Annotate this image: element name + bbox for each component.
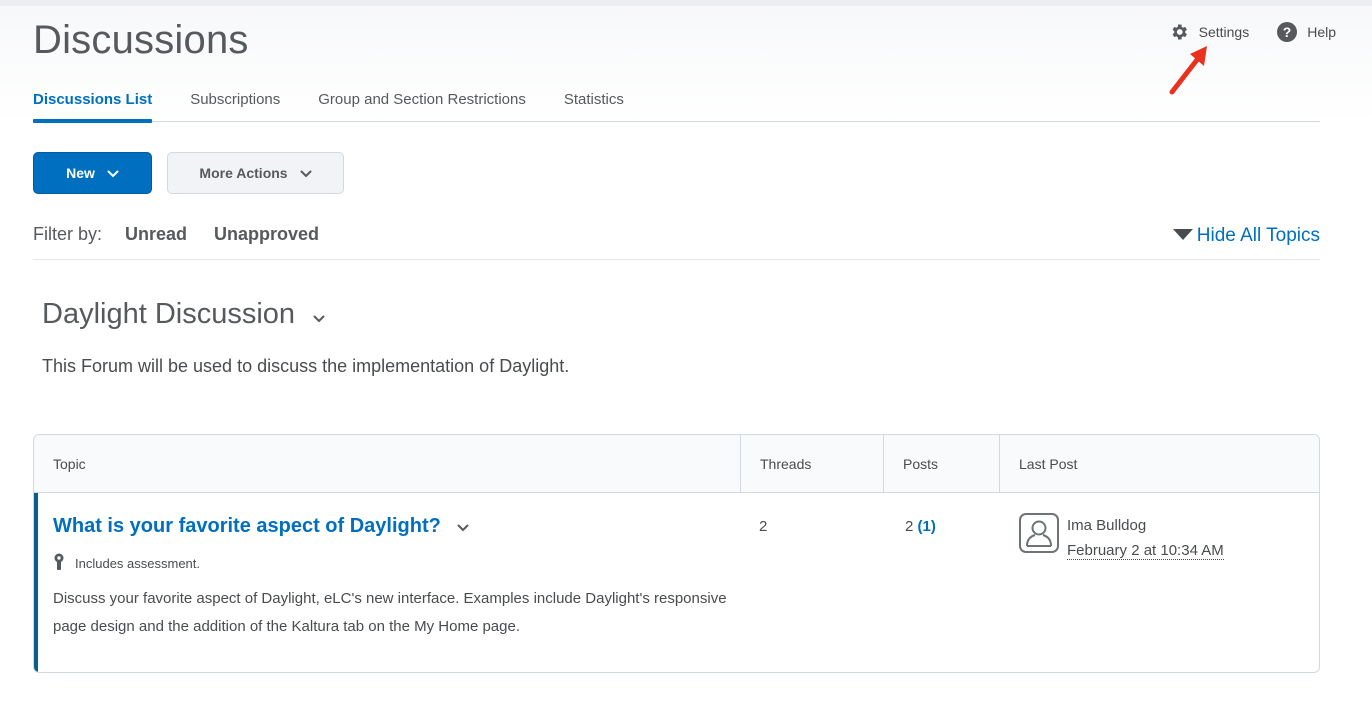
filter-label: Filter by: [33, 224, 103, 244]
topic-link[interactable]: What is your favorite aspect of Daylight… [53, 515, 469, 538]
new-button-label: New [66, 165, 95, 181]
tab-group-section-restrictions[interactable]: Group and Section Restrictions [318, 88, 526, 122]
rubric-pin-icon [53, 553, 65, 574]
posts-count: 2 [905, 518, 914, 535]
assessment-note: Includes assessment. [53, 553, 200, 574]
settings-label: Settings [1198, 24, 1250, 40]
page-title: Discussions [33, 18, 249, 62]
user-avatar-icon [1019, 513, 1059, 560]
tab-subscriptions[interactable]: Subscriptions [190, 88, 280, 122]
svg-text:?: ? [1283, 24, 1292, 40]
row-accent-bar [34, 493, 38, 672]
help-label: Help [1307, 24, 1336, 40]
column-header-last-post: Last Post [999, 435, 1319, 493]
help-circle-icon: ? [1277, 22, 1298, 42]
last-post-author: Ima Bulldog [1067, 517, 1147, 534]
tab-statistics[interactable]: Statistics [564, 88, 624, 122]
table-row: What is your favorite aspect of Daylight… [34, 493, 1319, 672]
assessment-text: Includes assessment. [75, 556, 201, 571]
last-post-info: Ima Bulldog February 2 at 10:34 AM [1067, 513, 1224, 560]
help-link[interactable]: ? Help [1277, 22, 1336, 42]
more-actions-button[interactable]: More Actions [167, 152, 344, 194]
column-header-topic: Topic [53, 456, 86, 472]
filter-unread[interactable]: Unread [125, 224, 187, 245]
posts-cell: 2 (1) [905, 518, 936, 535]
caret-down-icon [1172, 225, 1193, 247]
topics-table: Topic Threads Posts Last Post What is yo… [33, 434, 1320, 673]
last-post-cell: Ima Bulldog February 2 at 10:34 AM [1019, 513, 1224, 560]
forum-description: This Forum will be used to discuss the i… [42, 356, 570, 376]
hide-all-topics-label: Hide All Topics [1196, 225, 1320, 246]
forum-menu-chevron-icon[interactable] [313, 298, 325, 331]
hide-all-topics-link[interactable]: Hide All Topics [1172, 225, 1320, 247]
header-links: Settings ? Help [1169, 22, 1336, 42]
topic-menu-chevron-icon[interactable] [457, 515, 469, 538]
table-header: Topic Threads Posts Last Post [34, 435, 1319, 493]
topic-description: Discuss your favorite aspect of Daylight… [53, 590, 727, 635]
filter-bar: Filter by: Unread Unapproved Hide All To… [33, 222, 1320, 260]
topic-title-text: What is your favorite aspect of Daylight… [53, 515, 441, 537]
threads-count: 2 [759, 518, 768, 535]
column-header-threads: Threads [740, 435, 883, 493]
unread-posts-link[interactable]: (1) [918, 518, 936, 535]
forum-title-text: Daylight Discussion [42, 298, 296, 330]
settings-link[interactable]: Settings [1169, 22, 1250, 42]
gear-icon [1169, 22, 1189, 42]
new-button[interactable]: New [33, 152, 152, 194]
chevron-down-icon [300, 165, 312, 181]
tab-bar: Discussions List Subscriptions Group and… [33, 88, 1320, 123]
column-header-posts: Posts [883, 435, 999, 493]
more-actions-label: More Actions [199, 165, 288, 181]
filter-unapproved[interactable]: Unapproved [214, 224, 319, 245]
last-post-date: February 2 at 10:34 AM [1067, 542, 1224, 560]
forum-title: Daylight Discussion [42, 298, 325, 331]
chevron-down-icon [107, 165, 119, 181]
tab-discussions-list[interactable]: Discussions List [33, 88, 153, 123]
